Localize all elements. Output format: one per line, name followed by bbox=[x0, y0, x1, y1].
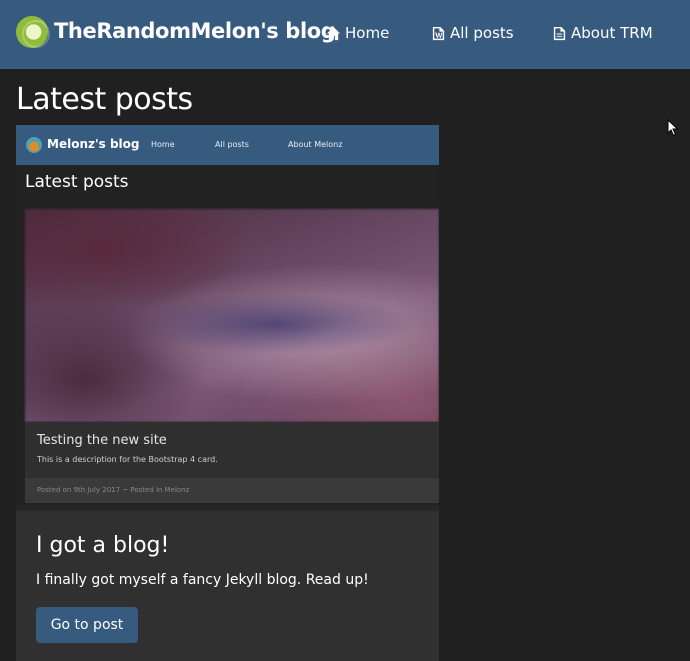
word-document-icon bbox=[432, 26, 445, 40]
thumbnail-card-title: Testing the new site bbox=[37, 433, 167, 448]
nav-item-home-label: Home bbox=[345, 24, 390, 42]
post-card: Melonz's blog Home All posts About Melon… bbox=[16, 125, 439, 661]
nav-item-home[interactable]: Home bbox=[326, 24, 389, 42]
navbar: TheRandomMelon's blog Home All posts Abo… bbox=[0, 0, 690, 69]
mouse-cursor-icon bbox=[667, 119, 679, 137]
thumbnail-card-footer-text: Posted on 9th July 2017 ~ Posted in Melo… bbox=[37, 486, 190, 494]
document-icon bbox=[553, 26, 566, 40]
thumbnail-nav-about: About Melonz bbox=[288, 140, 343, 149]
post-title: I got a blog! bbox=[36, 533, 170, 558]
post-thumbnail-image: Melonz's blog Home All posts About Melon… bbox=[16, 125, 439, 505]
brand-link[interactable]: TheRandomMelon's blog bbox=[54, 19, 336, 43]
thumbnail-page-title: Latest posts bbox=[25, 172, 129, 192]
nav-item-about-label: About TRM bbox=[571, 24, 653, 42]
home-icon bbox=[326, 26, 341, 40]
nav-item-about[interactable]: About TRM bbox=[552, 24, 653, 42]
thumbnail-card-footer: Posted on 9th July 2017 ~ Posted in Melo… bbox=[25, 478, 439, 503]
thumbnail-navbar: Melonz's blog Home All posts About Melon… bbox=[16, 125, 439, 165]
go-to-post-button[interactable]: Go to post bbox=[36, 607, 138, 643]
thumbnail-photo bbox=[25, 209, 439, 422]
thumbnail-card-description: This is a description for the Bootstrap … bbox=[37, 455, 218, 464]
page-title: Latest posts bbox=[16, 82, 193, 117]
thumbnail-logo-icon bbox=[26, 137, 42, 153]
thumbnail-nav-all-posts: All posts bbox=[215, 140, 249, 149]
thumbnail-card-body: Testing the new site This is a descripti… bbox=[25, 422, 439, 478]
melon-logo-icon[interactable] bbox=[16, 16, 50, 48]
post-description: I finally got myself a fancy Jekyll blog… bbox=[36, 572, 369, 588]
card-divider bbox=[16, 505, 439, 511]
nav-item-all-posts[interactable]: All posts bbox=[431, 24, 514, 42]
thumbnail-nav-home: Home bbox=[151, 140, 175, 149]
nav-item-all-posts-label: All posts bbox=[450, 24, 514, 42]
thumbnail-brand: Melonz's blog bbox=[47, 137, 140, 151]
